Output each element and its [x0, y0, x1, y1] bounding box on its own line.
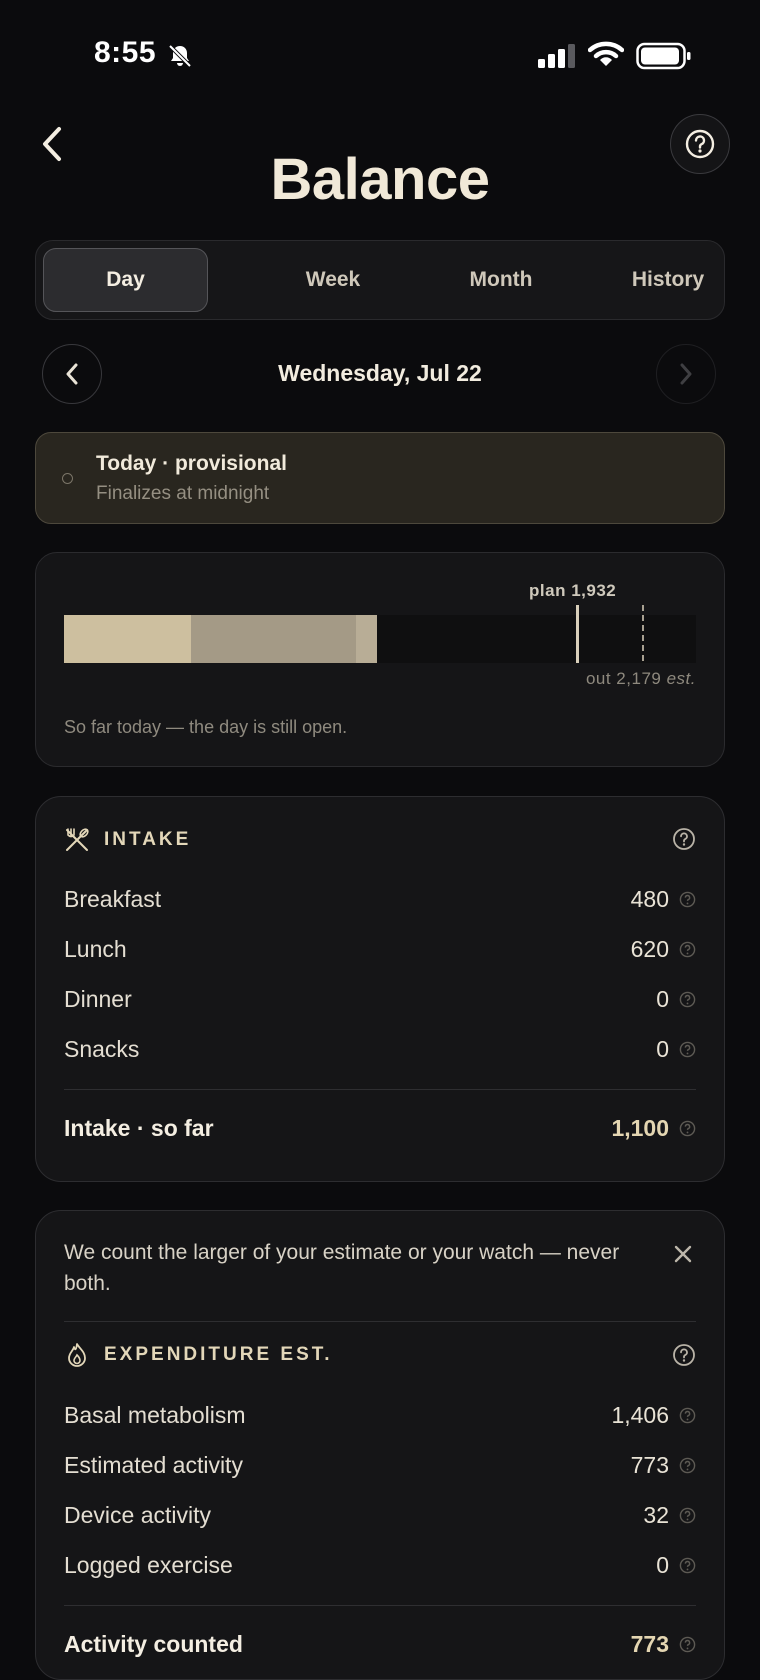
help-icon[interactable] [679, 891, 696, 908]
tab-week[interactable]: Week [248, 241, 418, 318]
row-value: 0 [656, 1035, 669, 1062]
date-label: Wednesday, Jul 22 [278, 360, 482, 386]
total-label: Activity counted [64, 1630, 243, 1657]
help-icon[interactable] [679, 1041, 696, 1058]
chevron-right-icon [680, 363, 692, 385]
bar-segment-lunch [191, 615, 357, 663]
plan-marker [576, 605, 580, 663]
bar-segment-in-progress [356, 615, 377, 663]
plan-label: plan 1,932 [529, 581, 617, 600]
row-label: Dinner [64, 985, 132, 1012]
intake-row[interactable]: Snacks 0 [64, 1029, 696, 1069]
divider [64, 1605, 696, 1606]
bell-slash-icon [168, 44, 192, 68]
help-icon[interactable] [679, 1557, 696, 1574]
intake-row[interactable]: Dinner 0 [64, 979, 696, 1019]
out-value: out 2,179 [585, 669, 662, 688]
total-value: 773 [630, 1630, 669, 1657]
activity-total-row[interactable]: Activity counted 773 [64, 1624, 696, 1664]
next-day-button[interactable] [656, 344, 716, 404]
expenditure-row[interactable]: Basal metabolism 1,406 [64, 1395, 696, 1435]
intake-row[interactable]: Lunch 620 [64, 929, 696, 969]
row-label: Lunch [64, 935, 127, 962]
total-label: Intake · so far [64, 1114, 214, 1141]
row-value: 773 [630, 1451, 669, 1478]
banner-title: Today · provisional [96, 452, 287, 475]
expenditure-notice: We count the larger of your estimate or … [64, 1241, 620, 1295]
cellular-signal-icon [538, 44, 575, 68]
tab-history[interactable]: History [583, 241, 753, 318]
out-marker [641, 605, 644, 661]
battery-icon [636, 42, 691, 70]
row-value: 620 [630, 935, 669, 962]
help-icon[interactable] [679, 941, 696, 958]
help-icon[interactable] [679, 1120, 696, 1137]
intake-help-icon[interactable] [672, 827, 696, 851]
row-label: Logged exercise [64, 1551, 233, 1578]
help-icon[interactable] [679, 1407, 696, 1424]
balance-bar-track [64, 615, 696, 663]
help-icon[interactable] [679, 1507, 696, 1524]
row-label: Estimated activity [64, 1451, 243, 1478]
expenditure-row[interactable]: Estimated activity 773 [64, 1445, 696, 1485]
page-title: Balance [270, 147, 490, 212]
expenditure-title: EXPENDITURE EST. [104, 1344, 333, 1365]
row-value: 32 [643, 1501, 669, 1528]
expenditure-help-icon[interactable] [672, 1343, 696, 1367]
utensils-icon [66, 828, 89, 851]
row-value: 1,406 [611, 1401, 669, 1428]
period-tabs: Day Week Month History [35, 240, 725, 320]
expenditure-row[interactable]: Device activity 32 [64, 1495, 696, 1535]
help-icon[interactable] [679, 991, 696, 1008]
row-value: 0 [656, 985, 669, 1012]
expenditure-row[interactable]: Logged exercise 0 [64, 1545, 696, 1585]
expenditure-card: We count the larger of your estimate or … [35, 1210, 725, 1680]
row-label: Snacks [64, 1035, 140, 1062]
tab-day[interactable]: Day [43, 248, 208, 312]
divider [64, 1321, 696, 1322]
total-value: 1,100 [611, 1114, 669, 1141]
intake-title: INTAKE [104, 829, 192, 850]
bar-segment-breakfast [64, 615, 192, 663]
bar-note: So far today — the day is still open. [64, 717, 348, 737]
wifi-icon [588, 41, 624, 66]
intake-row[interactable]: Breakfast 480 [64, 879, 696, 919]
close-icon[interactable] [672, 1243, 694, 1265]
tab-month[interactable]: Month [416, 241, 586, 318]
row-label: Device activity [64, 1501, 211, 1528]
balance-bar-card: plan 1,932 out 2,179 est. So far today —… [35, 552, 725, 767]
banner-subtitle: Finalizes at midnight [96, 483, 270, 504]
out-suffix: est. [666, 669, 696, 688]
out-label: out 2,179 est. [586, 669, 696, 689]
row-label: Breakfast [64, 885, 162, 912]
intake-header: INTAKE [64, 827, 191, 853]
provisional-banner: Today · provisional Finalizes at midnigh… [35, 432, 725, 524]
flame-icon [68, 1343, 86, 1367]
expenditure-header: EXPENDITURE EST. [64, 1341, 333, 1369]
row-value: 0 [656, 1551, 669, 1578]
help-icon[interactable] [679, 1636, 696, 1653]
divider [64, 1089, 696, 1090]
intake-card: INTAKE Breakfast 480 Lunch 620 Dinner 0 … [35, 796, 725, 1182]
row-value: 480 [630, 885, 669, 912]
status-dot-icon [62, 473, 73, 484]
status-time: 8:55 [94, 36, 157, 69]
help-icon[interactable] [679, 1457, 696, 1474]
row-label: Basal metabolism [64, 1401, 246, 1428]
intake-total-row[interactable]: Intake · so far 1,100 [64, 1108, 696, 1148]
